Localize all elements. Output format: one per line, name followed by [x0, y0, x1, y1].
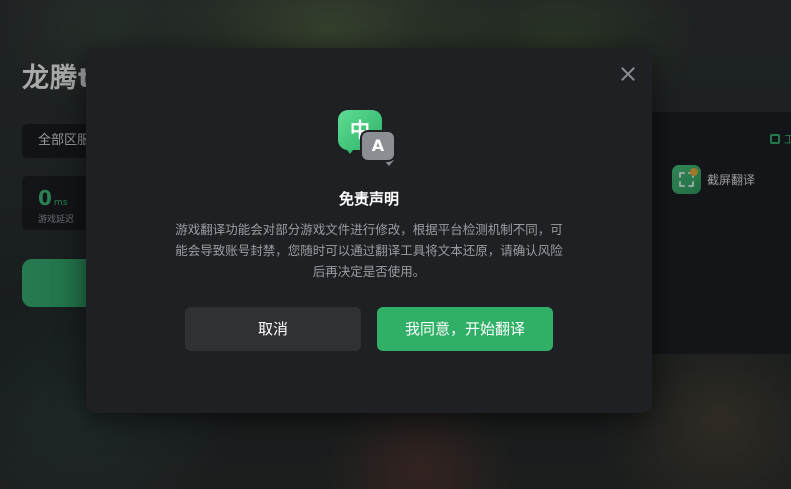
translate-icon-en: A: [360, 130, 396, 162]
cancel-button[interactable]: 取消: [185, 307, 361, 351]
dialog-title: 免责声明: [338, 190, 399, 208]
close-icon[interactable]: [618, 64, 638, 84]
dialog-body-text: 游戏翻译功能会对部分游戏文件进行修改，根据平台检测机制不同，可能会导致账号封禁，…: [175, 222, 563, 279]
agree-start-translate-button[interactable]: 我同意，开始翻译: [377, 307, 553, 351]
translate-icon: 中 A: [338, 110, 400, 166]
disclaimer-dialog: 中 A 免责声明 游戏翻译功能会对部分游戏文件进行修改，根据平台检测机制不同，可…: [86, 48, 652, 413]
